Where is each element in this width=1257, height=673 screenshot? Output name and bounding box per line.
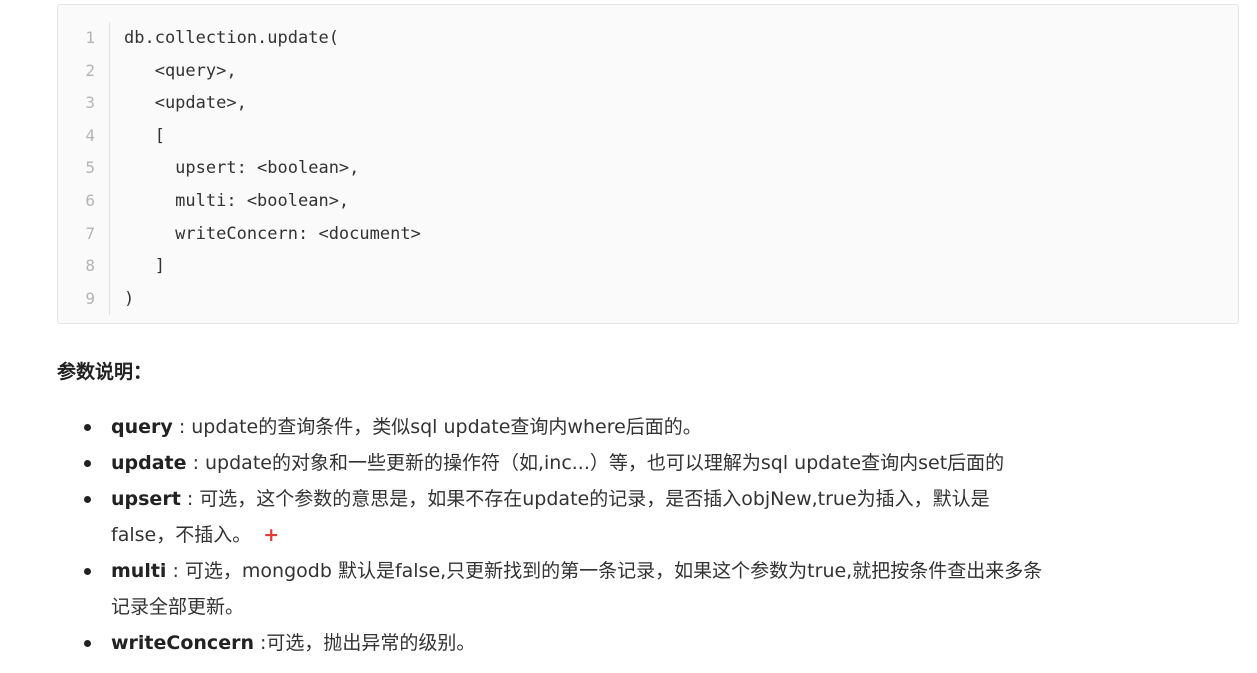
plus-icon[interactable]: + <box>263 524 279 546</box>
code-line: multi: <boolean>, <box>124 190 350 211</box>
line-number: 1 <box>85 28 95 47</box>
code-content: db.collection.update( <query>, <update>,… <box>124 22 1228 315</box>
line-number: 6 <box>85 190 95 210</box>
param-desc-continued: 记录全部更新。 <box>111 596 245 618</box>
param-name: upsert <box>111 488 181 510</box>
line-number: 5 <box>85 158 95 178</box>
param-name: multi <box>111 560 167 582</box>
param-item-multi: multi : 可选，mongodb 默认是false,只更新找到的第一条记录，… <box>84 553 1251 625</box>
line-number-gutter: 1 2 3 4 5 6 7 8 9 <box>58 22 110 316</box>
param-item-query: query : update的查询条件，类似sql update查询内where… <box>84 409 1251 445</box>
code-line: db.collection.update( <box>124 28 339 48</box>
param-desc: : 可选，mongodb 默认是false,只更新找到的第一条记录，如果这个参数… <box>166 560 1043 582</box>
line-number: 4 <box>85 125 95 145</box>
code-line: writeConcern: <document> <box>124 223 421 244</box>
param-desc: : update的对象和一些更新的操作符（如,inc...）等，也可以理解为sq… <box>186 452 1005 474</box>
bullet-icon <box>84 496 91 503</box>
bullet-icon <box>84 640 91 647</box>
code-line: <query>, <box>124 60 237 81</box>
param-name: update <box>111 452 187 474</box>
line-number: 3 <box>85 93 95 113</box>
param-name: writeConcern <box>111 632 254 654</box>
bullet-icon <box>84 568 91 575</box>
line-number: 8 <box>85 256 95 276</box>
bullet-icon <box>84 460 91 467</box>
param-desc: :可选，抛出异常的级别。 <box>253 632 476 654</box>
code-block: 1 2 3 4 5 6 7 8 9 db.collection.update( … <box>57 4 1239 324</box>
param-desc: : 可选，这个参数的意思是，如果不存在update的记录，是否插入objNew,… <box>180 488 990 510</box>
code-line: <update>, <box>124 93 247 114</box>
bullet-icon <box>84 424 91 431</box>
code-line: ) <box>124 288 135 309</box>
code-line: [ <box>124 125 165 146</box>
param-desc-continued: false，不插入。 <box>111 524 252 546</box>
code-line: upsert: <boolean>, <box>124 158 360 179</box>
param-desc: : update的查询条件，类似sql update查询内where后面的。 <box>172 416 702 438</box>
params-heading: 参数说明： <box>57 361 153 383</box>
param-name: query <box>111 416 173 438</box>
line-number: 7 <box>85 223 95 243</box>
param-item-writeconcern: writeConcern :可选，抛出异常的级别。 <box>84 625 1251 661</box>
param-item-upsert: upsert : 可选，这个参数的意思是，如果不存在update的记录，是否插入… <box>84 481 1251 553</box>
line-number: 2 <box>85 60 95 80</box>
param-list: query : update的查询条件，类似sql update查询内where… <box>84 409 1251 661</box>
param-item-update: update : update的对象和一些更新的操作符（如,inc...）等，也… <box>84 445 1251 481</box>
code-line: ] <box>124 256 165 277</box>
line-number: 9 <box>85 288 95 308</box>
